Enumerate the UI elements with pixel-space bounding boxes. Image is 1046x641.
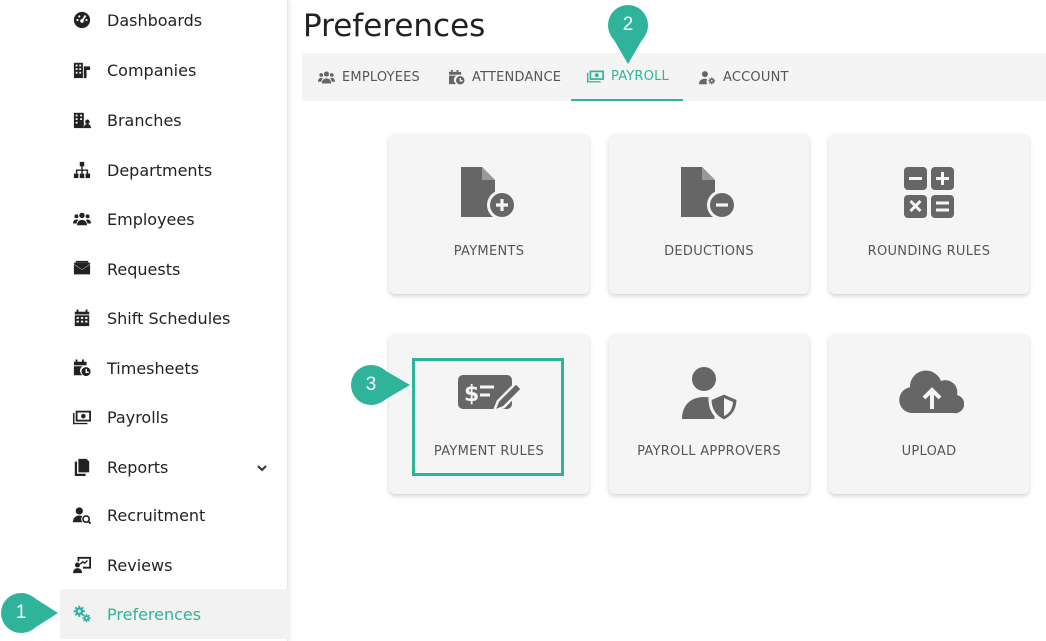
sidebar-item-timesheets[interactable]: Timesheets — [60, 344, 288, 392]
sidebar-item-shift-schedules[interactable]: Shift Schedules — [60, 294, 288, 342]
card-deductions[interactable]: DEDUCTIONS — [609, 134, 809, 294]
sidebar-item-departments[interactable]: Departments — [60, 146, 288, 194]
tab-label: PAYROLL — [611, 68, 669, 84]
employees-icon — [72, 209, 92, 229]
money-icon — [72, 407, 92, 427]
card-payments[interactable]: PAYMENTS — [389, 134, 589, 294]
sidebar-item-label: Recruitment — [107, 505, 206, 525]
sidebar-item-label: Preferences — [107, 604, 202, 624]
sidebar-item-reviews[interactable]: Reviews — [60, 541, 288, 589]
dashboard-icon — [72, 10, 92, 30]
tab-label: ATTENDANCE — [472, 69, 562, 85]
payment-rules-highlight — [412, 358, 564, 476]
sidebar-item-companies[interactable]: Companies — [60, 46, 288, 94]
users-icon — [318, 71, 335, 83]
reports-icon — [72, 457, 92, 477]
sidebar-item-label: Departments — [107, 160, 213, 180]
sidebar-item-label: Shift Schedules — [107, 308, 231, 328]
callout-number: 2 — [622, 14, 634, 35]
departments-icon — [72, 160, 92, 180]
file-plus-icon — [389, 164, 589, 222]
recruitment-icon — [72, 505, 92, 525]
sidebar-item-reports[interactable]: Reports — [60, 443, 288, 491]
tab-label: ACCOUNT — [723, 69, 789, 85]
sidebar-item-employees[interactable]: Employees — [60, 195, 288, 243]
timesheets-icon — [72, 358, 92, 378]
card-rounding-rules[interactable]: ROUNDING RULES — [829, 134, 1029, 294]
callout-marker-1: 1 — [0, 592, 60, 634]
sidebar-item-branches[interactable]: Branches — [60, 96, 288, 144]
gears-icon — [72, 604, 92, 624]
sidebar-item-label: Dashboards — [107, 10, 203, 30]
tab-employees[interactable]: EMPLOYEES — [318, 53, 420, 101]
sidebar-item-label: Payrolls — [107, 407, 169, 427]
companies-icon — [72, 60, 92, 80]
money-icon — [587, 70, 604, 82]
card-payroll-approvers[interactable]: PAYROLL APPROVERS — [609, 334, 809, 494]
tab-label: EMPLOYEES — [342, 69, 420, 85]
tab-attendance[interactable]: ATTENDANCE — [448, 53, 561, 101]
card-label: ROUNDING RULES — [867, 244, 991, 259]
page-title: Preferences — [303, 8, 486, 44]
card-upload[interactable]: UPLOAD — [829, 334, 1029, 494]
sidebar-item-recruitment[interactable]: Recruitment — [60, 491, 288, 539]
calendar-icon — [72, 308, 92, 328]
sidebar-item-requests[interactable]: Requests — [60, 245, 288, 293]
card-label: PAYROLL APPROVERS — [637, 444, 781, 459]
calculator-icon — [829, 164, 1029, 222]
callout-number: 1 — [15, 602, 27, 623]
file-minus-icon — [609, 164, 809, 222]
sidebar: Dashboards Companies Branches Department… — [0, 0, 288, 641]
sidebar-item-label: Requests — [107, 259, 181, 279]
card-label: DEDUCTIONS — [664, 244, 754, 259]
user-shield-icon — [609, 364, 809, 422]
calendar-clock-icon — [449, 69, 465, 85]
branches-icon — [72, 110, 92, 130]
sidebar-item-payrolls[interactable]: Payrolls — [60, 393, 288, 441]
user-gear-icon — [699, 70, 716, 84]
sidebar-item-label: Branches — [107, 110, 182, 130]
sidebar-item-label: Companies — [107, 60, 197, 80]
chevron-down-icon[interactable] — [256, 459, 268, 472]
cloud-upload-icon — [829, 364, 1029, 422]
tab-account[interactable]: ACCOUNT — [699, 53, 789, 101]
card-label: UPLOAD — [901, 444, 957, 459]
sidebar-item-label: Timesheets — [107, 358, 199, 378]
sidebar-item-dashboards[interactable]: Dashboards — [60, 0, 288, 44]
sidebar-item-preferences[interactable]: Preferences — [60, 589, 288, 639]
requests-icon — [72, 259, 92, 279]
reviews-icon — [72, 555, 92, 575]
sidebar-item-label: Reports — [107, 457, 169, 477]
sidebar-item-label: Employees — [107, 209, 195, 229]
callout-number: 3 — [365, 374, 377, 395]
callout-marker-3: 3 — [348, 364, 412, 406]
callout-marker-2: 2 — [606, 4, 650, 66]
tab-bar: EMPLOYEES ATTENDANCE PAYROLL ACCOUNT — [302, 53, 1046, 101]
card-label: PAYMENTS — [453, 244, 525, 259]
sidebar-item-label: Reviews — [107, 555, 173, 575]
